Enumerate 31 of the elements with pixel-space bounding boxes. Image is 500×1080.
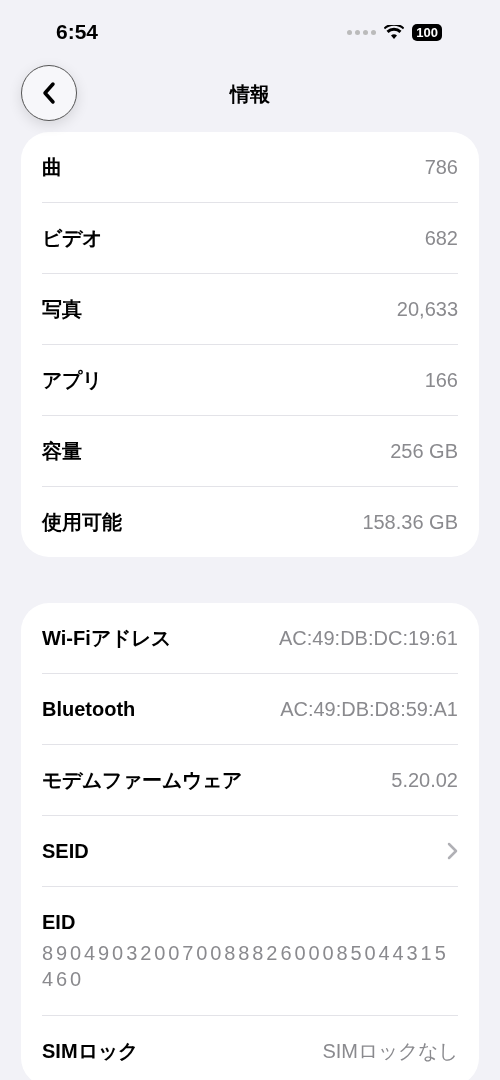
row-label: 写真 — [42, 296, 82, 322]
list-row[interactable]: SEID — [42, 815, 458, 886]
status-time: 6:54 — [56, 20, 99, 44]
row-value: 682 — [424, 226, 458, 250]
row-value: 786 — [424, 155, 458, 179]
page-title: 情報 — [230, 81, 270, 107]
row-label: 容量 — [42, 438, 82, 464]
row-label: EID — [42, 910, 76, 934]
row-label: Bluetooth — [42, 697, 136, 721]
row-label: モデムファームウェア — [42, 767, 242, 793]
row-value: SIMロックなし — [322, 1038, 458, 1064]
chevron-icon — [447, 842, 458, 860]
row-label: 使用可能 — [42, 509, 122, 535]
row-value: 256 GB — [390, 439, 458, 463]
row-label: Wi-Fiアドレス — [42, 625, 171, 651]
wifi-icon — [384, 24, 405, 40]
back-icon — [41, 81, 57, 105]
signal-icon — [347, 29, 377, 35]
row-value: 158.36 GB — [362, 510, 458, 534]
row-label: SIMロック — [42, 1038, 138, 1064]
row-value: AC:49:DB:DC:19:61 — [279, 626, 458, 650]
row-value: AC:49:DB:D8:59:A1 — [280, 697, 458, 721]
row-label: ビデオ — [42, 225, 102, 251]
row-label: 曲 — [42, 154, 62, 180]
row-value: 5.20.02 — [391, 768, 458, 792]
row-label: アプリ — [42, 367, 102, 393]
row-value: 89049032007008882600085044315460 — [42, 940, 450, 992]
row-value: 166 — [424, 368, 458, 392]
back-button[interactable] — [21, 65, 77, 121]
row-value: 20,633 — [396, 297, 458, 321]
battery-level: 100 — [412, 23, 442, 41]
